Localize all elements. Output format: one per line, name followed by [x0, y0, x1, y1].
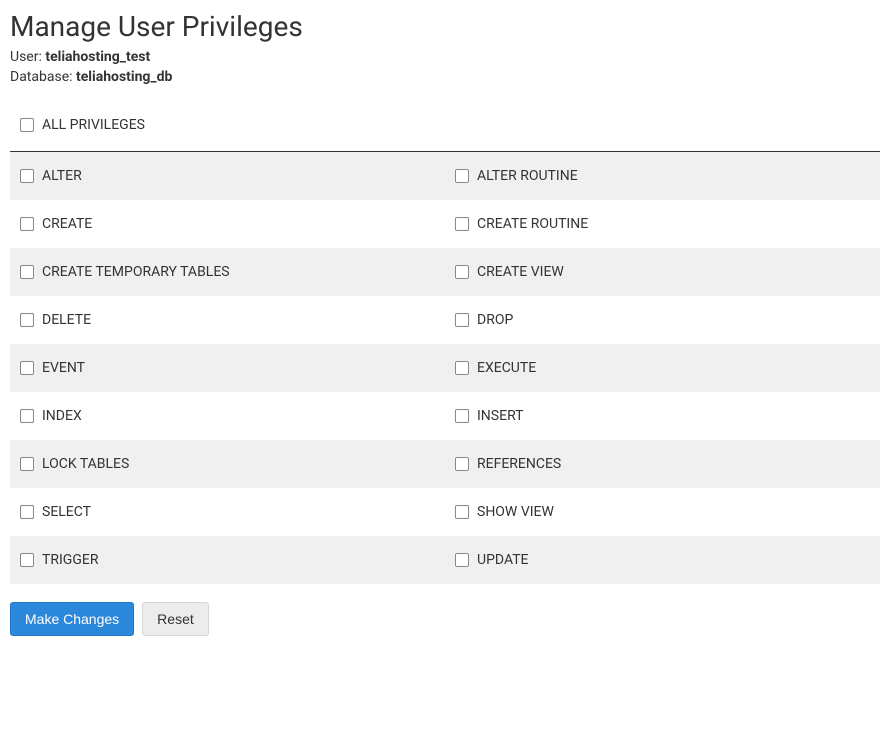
privileges-table: ALTERALTER ROUTINECREATECREATE ROUTINECR…	[10, 152, 880, 584]
privilege-label[interactable]: INDEX	[42, 408, 82, 424]
privilege-checkbox[interactable]	[20, 265, 34, 279]
privilege-label[interactable]: DELETE	[42, 312, 91, 328]
privilege-checkbox[interactable]	[455, 457, 469, 471]
privilege-row: CREATE TEMPORARY TABLES CREATE VIEW	[10, 248, 880, 296]
privilege-cell: CREATE TEMPORARY TABLES	[10, 248, 445, 296]
privilege-cell: EVENT	[10, 344, 445, 392]
button-row: Make Changes Reset	[10, 602, 880, 636]
privilege-row: LOCK TABLES REFERENCES	[10, 440, 880, 488]
privilege-row: SELECT SHOW VIEW	[10, 488, 880, 536]
privilege-cell: UPDATE	[445, 536, 880, 584]
user-value: teliahosting_test	[45, 49, 150, 65]
privilege-label[interactable]: EXECUTE	[477, 360, 536, 376]
privilege-label[interactable]: ALTER ROUTINE	[477, 168, 578, 184]
privilege-label[interactable]: CREATE VIEW	[477, 264, 564, 280]
privilege-label[interactable]: EVENT	[42, 360, 85, 376]
privilege-checkbox[interactable]	[455, 217, 469, 231]
privilege-checkbox[interactable]	[20, 553, 34, 567]
privilege-cell: SHOW VIEW	[445, 488, 880, 536]
privilege-cell: EXECUTE	[445, 344, 880, 392]
privilege-cell: CREATE VIEW	[445, 248, 880, 296]
privilege-label[interactable]: CREATE TEMPORARY TABLES	[42, 264, 230, 280]
privilege-cell: TRIGGER	[10, 536, 445, 584]
privilege-row: INDEX INSERT	[10, 392, 880, 440]
all-privileges-row: ALL PRIVILEGES	[10, 109, 880, 141]
database-value: teliahosting_db	[76, 69, 172, 85]
privilege-cell: ALTER	[10, 152, 445, 200]
privilege-label[interactable]: DROP	[477, 312, 513, 328]
privilege-label[interactable]: CREATE	[42, 216, 92, 232]
page-title: Manage User Privileges	[10, 10, 880, 43]
all-privileges-label[interactable]: ALL PRIVILEGES	[42, 117, 145, 133]
privilege-label[interactable]: ALTER	[42, 168, 82, 184]
privilege-cell: DELETE	[10, 296, 445, 344]
user-label: User:	[10, 49, 45, 65]
privilege-row: TRIGGER UPDATE	[10, 536, 880, 584]
privilege-checkbox[interactable]	[20, 169, 34, 183]
privilege-checkbox[interactable]	[20, 505, 34, 519]
privilege-checkbox[interactable]	[20, 457, 34, 471]
privilege-row: DELETE DROP	[10, 296, 880, 344]
privilege-label[interactable]: UPDATE	[477, 552, 529, 568]
privilege-checkbox[interactable]	[455, 553, 469, 567]
privilege-cell: SELECT	[10, 488, 445, 536]
database-line: Database: teliahosting_db	[10, 69, 880, 85]
privilege-label[interactable]: LOCK TABLES	[42, 456, 129, 472]
privilege-cell: LOCK TABLES	[10, 440, 445, 488]
privilege-label[interactable]: INSERT	[477, 408, 524, 424]
privilege-cell: CREATE	[10, 200, 445, 248]
privilege-row: CREATE CREATE ROUTINE	[10, 200, 880, 248]
privilege-label[interactable]: TRIGGER	[42, 552, 98, 568]
privilege-label[interactable]: SHOW VIEW	[477, 504, 554, 520]
privilege-cell: ALTER ROUTINE	[445, 152, 880, 200]
privilege-checkbox[interactable]	[455, 361, 469, 375]
privilege-cell: CREATE ROUTINE	[445, 200, 880, 248]
privilege-cell: DROP	[445, 296, 880, 344]
privilege-checkbox[interactable]	[20, 409, 34, 423]
privilege-checkbox[interactable]	[20, 313, 34, 327]
database-label: Database:	[10, 69, 76, 85]
privilege-row: ALTER ALTER ROUTINE	[10, 152, 880, 200]
all-privileges-checkbox[interactable]	[20, 118, 34, 132]
privilege-label[interactable]: SELECT	[42, 504, 91, 520]
privilege-checkbox[interactable]	[455, 313, 469, 327]
privilege-cell: REFERENCES	[445, 440, 880, 488]
privilege-checkbox[interactable]	[20, 361, 34, 375]
reset-button[interactable]: Reset	[142, 602, 209, 636]
privilege-row: EVENT EXECUTE	[10, 344, 880, 392]
privilege-cell: INDEX	[10, 392, 445, 440]
privilege-checkbox[interactable]	[455, 265, 469, 279]
make-changes-button[interactable]: Make Changes	[10, 602, 134, 636]
privilege-checkbox[interactable]	[455, 169, 469, 183]
privilege-checkbox[interactable]	[20, 217, 34, 231]
privilege-label[interactable]: REFERENCES	[477, 456, 561, 472]
privilege-checkbox[interactable]	[455, 505, 469, 519]
privilege-label[interactable]: CREATE ROUTINE	[477, 216, 588, 232]
privilege-cell: INSERT	[445, 392, 880, 440]
privilege-checkbox[interactable]	[455, 409, 469, 423]
user-line: User: teliahosting_test	[10, 49, 880, 65]
